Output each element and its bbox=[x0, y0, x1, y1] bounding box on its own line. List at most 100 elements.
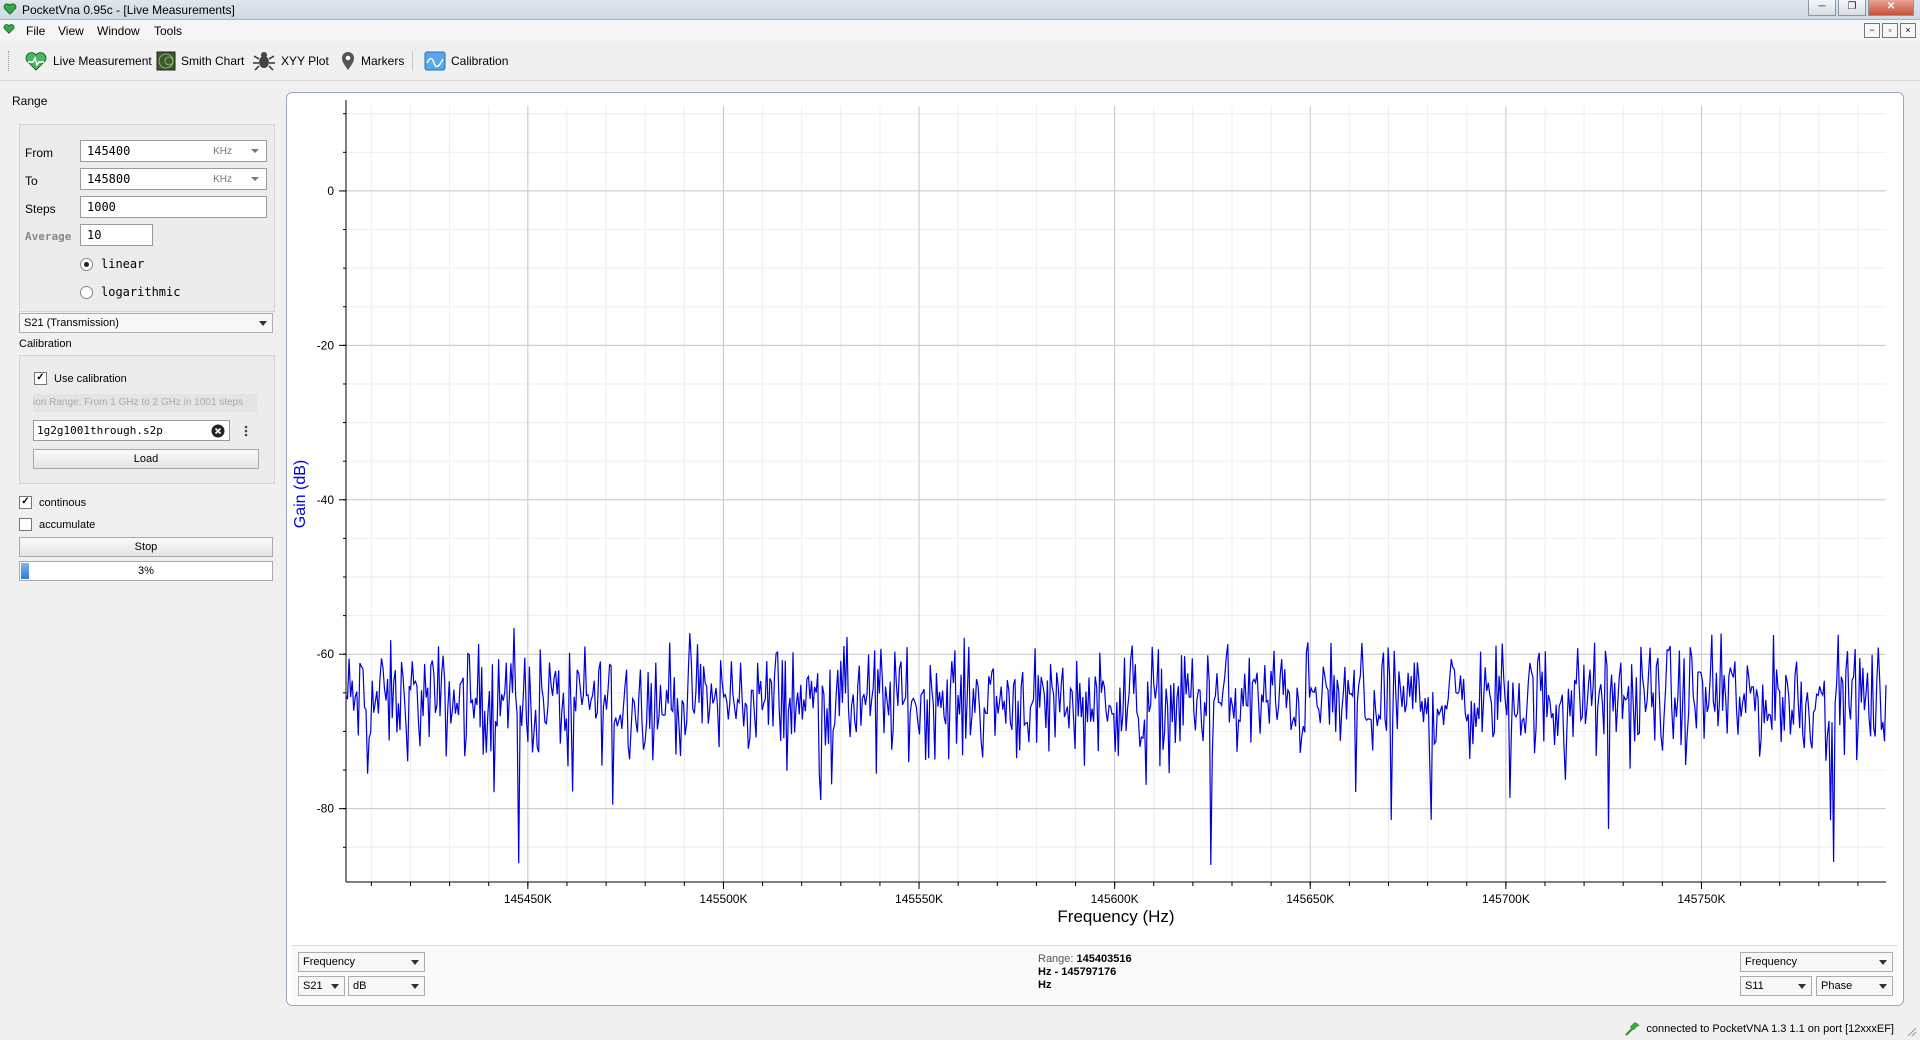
radio-circle-checked[interactable] bbox=[80, 257, 93, 271]
plug-connected-icon bbox=[1625, 1022, 1640, 1036]
calibration-button[interactable]: Calibration bbox=[424, 50, 508, 72]
y-tick-label: -40 bbox=[317, 493, 335, 507]
plot-controls-area: Frequency S21 dB Range: 145403516 Hz - 1… bbox=[292, 945, 1898, 1002]
from-frequency-combo[interactable]: 145400 KHz bbox=[80, 140, 267, 162]
series-line-s21 bbox=[345, 627, 1887, 866]
chevron-down-icon[interactable] bbox=[251, 177, 259, 181]
right-param-select[interactable]: S11 bbox=[1740, 976, 1812, 996]
linear-label: linear bbox=[101, 257, 145, 271]
main-toolbar: Live Measurement Smith Chart XYY Plot Ma… bbox=[0, 42, 1920, 81]
continuous-checkbox[interactable]: ✓ continous bbox=[19, 496, 86, 509]
y-tick-label: -80 bbox=[317, 802, 335, 816]
menu-tools[interactable]: Tools bbox=[154, 24, 182, 38]
checkbox-empty[interactable] bbox=[19, 518, 32, 531]
accumulate-checkbox[interactable]: accumulate bbox=[19, 518, 95, 531]
steps-value: 1000 bbox=[87, 200, 116, 214]
to-frequency-combo[interactable]: 145800 KHz bbox=[80, 168, 267, 190]
to-unit: KHz bbox=[213, 174, 232, 185]
xyy-plot-label: XYY Plot bbox=[281, 54, 329, 68]
range-title: Range bbox=[12, 94, 48, 108]
chevron-down-icon[interactable] bbox=[411, 960, 419, 965]
smith-chart-button[interactable]: Smith Chart bbox=[156, 50, 244, 72]
left-axis-select[interactable]: Frequency bbox=[298, 952, 425, 972]
y-tick-label: -20 bbox=[317, 338, 335, 352]
x-tick-label: 145500K bbox=[699, 892, 747, 906]
x-tick-label: 145550K bbox=[895, 892, 943, 906]
measurement-progress-bar: 3% bbox=[19, 561, 273, 581]
check-icon[interactable]: ✓ bbox=[19, 496, 32, 509]
markers-button[interactable]: Markers bbox=[340, 50, 404, 72]
chevron-down-icon[interactable] bbox=[1879, 984, 1887, 989]
window-title: PocketVna 0.95c - [Live Measurements] bbox=[22, 3, 235, 17]
from-label: From bbox=[25, 146, 53, 160]
app-heart-icon bbox=[3, 3, 17, 15]
right-unit-select[interactable]: Phase bbox=[1816, 976, 1893, 996]
stop-button[interactable]: Stop bbox=[19, 537, 273, 557]
clear-icon[interactable] bbox=[211, 424, 225, 438]
bug-plot-icon bbox=[253, 52, 275, 71]
average-value: 10 bbox=[87, 228, 102, 242]
map-marker-icon bbox=[342, 52, 354, 70]
check-icon[interactable]: ✓ bbox=[34, 372, 47, 385]
mdi-minimize-button[interactable]: − bbox=[1864, 23, 1880, 38]
continuous-label: continous bbox=[39, 496, 87, 509]
load-calibration-button[interactable]: Load bbox=[33, 449, 259, 469]
smith-chart-label: Smith Chart bbox=[181, 54, 245, 68]
calibration-file-name: 1g2g1001through.s2p bbox=[37, 424, 163, 437]
gain-frequency-chart[interactable]: Gain (dB) Frequency (Hz) 145450K 145500K 1… bbox=[290, 96, 1900, 944]
live-measurement-button[interactable]: Live Measurement bbox=[24, 50, 152, 72]
radio-circle[interactable] bbox=[80, 285, 93, 299]
use-calibration-checkbox[interactable]: ✓ Use calibration bbox=[34, 372, 127, 385]
average-input[interactable]: 10 bbox=[80, 224, 153, 246]
range-readout: Range: 145403516 Hz - 145797176 Hz bbox=[1038, 953, 1132, 992]
steps-label: Steps bbox=[25, 202, 56, 216]
smith-chart-icon bbox=[156, 51, 176, 71]
chevron-down-icon[interactable] bbox=[259, 321, 267, 326]
progress-fill bbox=[21, 563, 29, 579]
logarithmic-radio[interactable]: logarithmic bbox=[80, 285, 180, 299]
heart-monitor-icon bbox=[25, 52, 47, 71]
sparam-select[interactable]: S21 (Transmission) bbox=[19, 313, 273, 333]
chevron-down-icon[interactable] bbox=[1798, 984, 1806, 989]
mdi-close-button[interactable]: × bbox=[1900, 23, 1916, 38]
range-mid: Hz - 145797176 bbox=[1038, 966, 1117, 978]
toolbar-grip[interactable] bbox=[8, 51, 12, 71]
menu-bar: File View Window Tools − ▫ × bbox=[0, 20, 1920, 41]
markers-label: Markers bbox=[361, 54, 405, 68]
chevron-down-icon[interactable] bbox=[1879, 960, 1887, 965]
mdi-heart-icon[interactable] bbox=[3, 23, 15, 35]
chevron-down-icon[interactable] bbox=[331, 984, 339, 989]
chevron-down-icon[interactable] bbox=[411, 984, 419, 989]
calibration-label: Calibration bbox=[451, 54, 509, 68]
minimize-button[interactable]: ─ bbox=[1808, 0, 1836, 16]
y-tick-label: -60 bbox=[317, 647, 335, 661]
menu-file[interactable]: File bbox=[26, 24, 45, 38]
to-label: To bbox=[25, 174, 38, 188]
accumulate-label: accumulate bbox=[39, 518, 96, 531]
maximize-button[interactable]: ❐ bbox=[1838, 0, 1866, 16]
xyy-plot-button[interactable]: XYY Plot bbox=[252, 50, 329, 72]
chevron-down-icon[interactable] bbox=[251, 149, 259, 153]
linear-radio[interactable]: linear bbox=[80, 257, 144, 271]
left-unit-select[interactable]: dB bbox=[348, 976, 425, 996]
more-options-icon[interactable] bbox=[243, 424, 249, 438]
to-value: 145800 bbox=[87, 172, 131, 186]
menu-window[interactable]: Window bbox=[97, 24, 140, 38]
from-value: 145400 bbox=[87, 144, 131, 158]
x-axis-label: Frequency (Hz) bbox=[1057, 907, 1174, 926]
mdi-restore-button[interactable]: ▫ bbox=[1882, 23, 1898, 38]
x-tick-label: 145750K bbox=[1677, 892, 1725, 906]
status-bar: connected to PocketVNA 1.3 1.1 on port [… bbox=[0, 1018, 1920, 1040]
calibration-range-info: ion Range: From 1 GHz to 2 GHz in 1001 s… bbox=[33, 394, 257, 412]
menu-view[interactable]: View bbox=[58, 24, 84, 38]
y-axis-label: Gain (dB) bbox=[292, 460, 309, 528]
live-measurement-label: Live Measurement bbox=[53, 54, 152, 68]
calibration-file-field[interactable]: 1g2g1001through.s2p bbox=[33, 420, 230, 441]
resize-grip-icon[interactable] bbox=[1905, 1025, 1917, 1037]
steps-input[interactable]: 1000 bbox=[80, 196, 267, 218]
x-tick-label: 145600K bbox=[1091, 892, 1139, 906]
left-param-select[interactable]: S21 bbox=[298, 976, 345, 996]
connection-status: connected to PocketVNA 1.3 1.1 on port [… bbox=[1624, 1022, 1894, 1036]
right-axis-select[interactable]: Frequency bbox=[1740, 952, 1893, 972]
close-button[interactable]: ✕ bbox=[1868, 0, 1914, 16]
